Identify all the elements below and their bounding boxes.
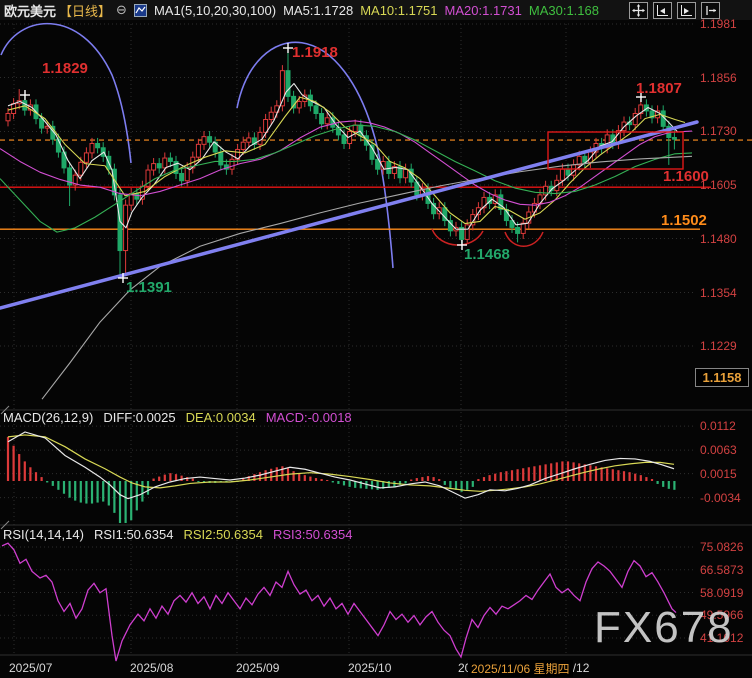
pan-move-icon[interactable] [629,2,648,19]
crosshair-price-box: 1.1158 [695,368,749,387]
overlay-chart-icon[interactable] [134,4,147,17]
crosshair-date-tooltip: 2025/11/06 星期四 [468,660,573,677]
ma5-value: MA5:1.1728 [283,3,353,18]
trading-chart-app: 欧元美元 【日线】 ⊖ MA1(5,10,20,30,100) MA5:1.17… [0,0,752,678]
macd-title: MACD(26,12,9) [3,410,93,425]
watermark: FX678 [594,603,734,653]
symbol-title: 欧元美元 [4,1,56,20]
rsi1-value: RSI1:50.6354 [94,527,174,542]
ma20-value: MA20:1.1731 [445,3,522,18]
shift-left-icon[interactable] [653,2,672,19]
macd-diff-value: DIFF:0.0025 [103,410,175,425]
period-tag[interactable]: 【日线】 [59,1,111,20]
chart-toolbar [629,2,720,19]
rsi3-value: RSI3:50.6354 [273,527,353,542]
rsi2-value: RSI2:50.6354 [183,527,263,542]
chart-canvas[interactable] [0,0,752,678]
ma10-value: MA10:1.1751 [360,3,437,18]
macd-macd-value: MACD:-0.0018 [266,410,352,425]
shift-right-icon[interactable] [677,2,696,19]
ma-settings-label: MA1(5,10,20,30,100) [154,3,276,18]
macd-legend: MACD(26,12,9) DIFF:0.0025 DEA:0.0034 MAC… [3,410,352,425]
zoom-out-icon[interactable]: ⊖ [116,2,127,18]
rsi-title: RSI(14,14,14) [3,527,84,542]
macd-dea-value: DEA:0.0034 [186,410,256,425]
rsi-legend: RSI(14,14,14) RSI1:50.6354 RSI2:50.6354 … [3,527,352,542]
ma30-value: MA30:1.168 [529,3,599,18]
exit-icon[interactable] [701,2,720,19]
